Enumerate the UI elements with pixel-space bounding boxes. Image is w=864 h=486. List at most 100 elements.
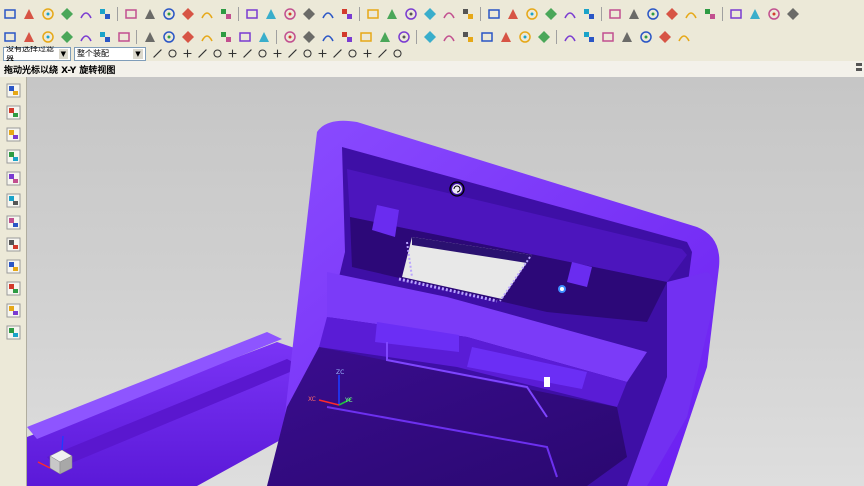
line-icon[interactable] bbox=[1, 5, 18, 22]
snap-plus-icon[interactable] bbox=[361, 47, 374, 60]
sparkle-icon[interactable] bbox=[561, 28, 578, 45]
table-icon[interactable] bbox=[338, 5, 355, 22]
rectangle-icon[interactable] bbox=[39, 5, 56, 22]
part-navigator-icon[interactable] bbox=[4, 125, 22, 143]
snap-icon[interactable] bbox=[1, 28, 18, 45]
trim-icon[interactable] bbox=[198, 5, 215, 22]
move-icon[interactable] bbox=[319, 28, 336, 45]
chamfer-icon[interactable] bbox=[300, 5, 317, 22]
palette-icon[interactable] bbox=[4, 257, 22, 275]
snap-on-curve-icon[interactable] bbox=[256, 47, 269, 60]
snap-center-icon[interactable] bbox=[211, 47, 224, 60]
snap-point-icon[interactable] bbox=[286, 47, 299, 60]
snap-midpoint-icon[interactable] bbox=[166, 47, 179, 60]
dice-icon[interactable] bbox=[580, 28, 597, 45]
pad-icon[interactable] bbox=[217, 28, 234, 45]
gem-icon[interactable] bbox=[682, 5, 699, 22]
eraser-icon[interactable] bbox=[644, 5, 661, 22]
dot-icon[interactable] bbox=[765, 5, 782, 22]
snap-on-face-icon[interactable] bbox=[271, 47, 284, 60]
revolve-icon[interactable] bbox=[115, 28, 132, 45]
bracket-icon[interactable] bbox=[357, 28, 374, 45]
datum-plane-icon[interactable] bbox=[20, 28, 37, 45]
shell-icon[interactable] bbox=[485, 5, 502, 22]
web-browser-icon[interactable] bbox=[4, 169, 22, 187]
spline-icon[interactable] bbox=[141, 5, 158, 22]
grid-tool-icon[interactable] bbox=[96, 28, 113, 45]
diamond-icon[interactable] bbox=[542, 5, 559, 22]
hatch-grid-icon[interactable] bbox=[497, 28, 514, 45]
clock-icon[interactable] bbox=[4, 213, 22, 231]
snap-arc-icon[interactable] bbox=[301, 47, 314, 60]
scope-dropdown[interactable]: 整个装配 ▼ bbox=[74, 46, 146, 61]
role-icon[interactable] bbox=[4, 279, 22, 297]
window-icon[interactable] bbox=[421, 28, 438, 45]
point-icon[interactable] bbox=[58, 5, 75, 22]
cylinder-icon[interactable] bbox=[77, 28, 94, 45]
boss-icon[interactable] bbox=[179, 28, 196, 45]
snap-lock-icon[interactable] bbox=[391, 47, 404, 60]
cube-outline-icon[interactable] bbox=[637, 28, 654, 45]
hole-icon[interactable] bbox=[160, 28, 177, 45]
column-icon[interactable] bbox=[478, 28, 495, 45]
datum-axis-icon[interactable] bbox=[39, 28, 56, 45]
type-filter-dropdown[interactable]: 没有选择过滤器 ▼ bbox=[3, 46, 71, 61]
pocket-icon[interactable] bbox=[198, 28, 215, 45]
box-icon[interactable] bbox=[618, 28, 635, 45]
surface-icon[interactable] bbox=[459, 5, 476, 22]
history-icon[interactable] bbox=[4, 191, 22, 209]
letter-m-icon[interactable] bbox=[402, 5, 419, 22]
snap-control-icon[interactable] bbox=[181, 47, 194, 60]
frame-icon[interactable] bbox=[395, 28, 412, 45]
square-icon[interactable] bbox=[376, 28, 393, 45]
curve-icon[interactable] bbox=[243, 5, 260, 22]
roles-icon[interactable] bbox=[4, 323, 22, 341]
ruler-icon[interactable] bbox=[383, 5, 400, 22]
snap-endpoint-icon[interactable] bbox=[151, 47, 164, 60]
palette-icon[interactable] bbox=[625, 5, 642, 22]
fillet-icon[interactable] bbox=[122, 5, 139, 22]
link-icon[interactable] bbox=[580, 5, 597, 22]
stamp-icon[interactable] bbox=[281, 5, 298, 22]
gradient-icon[interactable] bbox=[746, 5, 763, 22]
collapse-icon[interactable] bbox=[675, 28, 692, 45]
no-icon[interactable] bbox=[535, 28, 552, 45]
pencil-icon[interactable] bbox=[561, 5, 578, 22]
window-restore-icon[interactable] bbox=[856, 63, 862, 73]
phone-icon[interactable] bbox=[784, 5, 801, 22]
snap-intersection-icon[interactable] bbox=[196, 47, 209, 60]
house-icon[interactable] bbox=[96, 5, 113, 22]
snap-target-icon[interactable] bbox=[346, 47, 359, 60]
sweep-icon[interactable] bbox=[440, 5, 457, 22]
snap-cross-icon[interactable] bbox=[331, 47, 344, 60]
snap-quadrant-icon[interactable] bbox=[226, 47, 239, 60]
people-icon[interactable] bbox=[4, 301, 22, 319]
offset-icon[interactable] bbox=[523, 5, 540, 22]
power-icon[interactable] bbox=[516, 28, 533, 45]
assembly-navigator-icon[interactable] bbox=[4, 81, 22, 99]
ribbon-icon[interactable] bbox=[606, 5, 623, 22]
grid-icon[interactable] bbox=[319, 5, 336, 22]
cross-icon[interactable] bbox=[236, 28, 253, 45]
spline-tool-icon[interactable] bbox=[262, 5, 279, 22]
model-view[interactable]: ZC XC YC bbox=[27, 77, 864, 486]
cube-orange-icon[interactable] bbox=[599, 28, 616, 45]
pattern-icon[interactable] bbox=[179, 5, 196, 22]
text-icon[interactable] bbox=[77, 5, 94, 22]
snap-existing-icon[interactable] bbox=[241, 47, 254, 60]
extrude-icon[interactable] bbox=[141, 28, 158, 45]
zoom-icon[interactable] bbox=[217, 5, 234, 22]
graphics-window[interactable]: ZC XC YC bbox=[27, 77, 864, 486]
mirror-icon[interactable] bbox=[160, 5, 177, 22]
f8-icon[interactable] bbox=[281, 28, 298, 45]
list-icon[interactable] bbox=[4, 235, 22, 253]
cube-gray-icon[interactable] bbox=[656, 28, 673, 45]
reuse-library-icon[interactable] bbox=[4, 147, 22, 165]
block-icon[interactable] bbox=[58, 28, 75, 45]
corner-icon[interactable] bbox=[459, 28, 476, 45]
cube-icon[interactable] bbox=[727, 5, 744, 22]
snap-box-icon[interactable] bbox=[376, 47, 389, 60]
align-icon[interactable] bbox=[338, 28, 355, 45]
arc-icon[interactable] bbox=[20, 5, 37, 22]
hatch-icon[interactable] bbox=[364, 5, 381, 22]
